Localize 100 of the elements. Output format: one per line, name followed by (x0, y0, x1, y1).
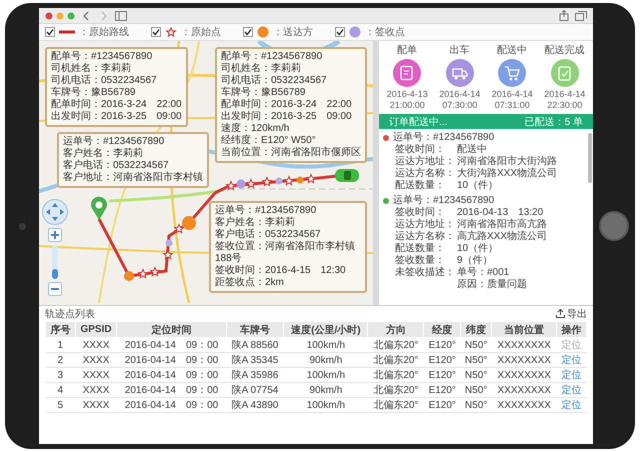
table-cell: 陕A 35345 (226, 352, 284, 368)
clipboard-icon (556, 65, 573, 81)
zoom-in-button[interactable] (48, 228, 62, 242)
checkbox[interactable] (151, 27, 161, 37)
checkbox[interactable] (243, 27, 253, 37)
zoom-slider[interactable] (52, 245, 58, 279)
table-cell: XXXXXXXX (492, 368, 557, 382)
popup-text: 签收时间：2016-4-15 12:30 (215, 265, 347, 276)
step-time: 07:31:00 (494, 100, 530, 111)
table-cell: 4 (46, 382, 76, 398)
table-cell: E120° (424, 382, 461, 398)
checkbox[interactable] (335, 27, 345, 37)
field-label: 未签收描述： (395, 267, 456, 280)
table-cell: XXXX (75, 368, 117, 382)
table-cell: XXXXXXXX (492, 382, 557, 398)
popup-text: 经纬度：E120° W50° (221, 135, 317, 146)
table-cell: N50° (460, 398, 492, 412)
table-cell: E120° (424, 352, 461, 368)
column-header: 序号 (46, 322, 76, 338)
field-value: 单号：#001 (457, 267, 510, 278)
checkbox[interactable] (45, 27, 55, 37)
form-icon (399, 65, 416, 81)
locate-link[interactable]: 定位 (562, 385, 582, 396)
table-cell: 2016-04-14 09：00 (116, 338, 226, 352)
legend-label: ：送达方 (273, 26, 313, 39)
step-label: 配送中 (497, 45, 528, 57)
table-cell: XXXXXXXX (492, 352, 557, 368)
table-cell: 北偏东20° (368, 368, 424, 382)
field-value: 河南省洛阳市大街沟路 (457, 156, 557, 168)
export-icon (556, 309, 565, 318)
step-label: 配送完成 (544, 45, 585, 57)
popup-text: 当前位置：河南省洛阳市偃师区 (221, 147, 361, 159)
popup-text: 运单号：#1234567890 (215, 205, 318, 216)
table-cell: N50° (460, 368, 492, 382)
table-cell: N50° (460, 352, 492, 368)
column-header: 纬度 (460, 322, 492, 338)
column-header: 当前位置 (492, 322, 557, 338)
field-label: 运达方名称： (395, 231, 456, 243)
step-time: 21:00:00 (390, 100, 425, 111)
export-button[interactable]: 导出 (556, 306, 587, 320)
field-label: 签收数量： (395, 255, 446, 266)
scrollbar[interactable] (588, 133, 592, 183)
step-date: 2016-4-14 (439, 89, 480, 100)
locate-link[interactable]: 定位 (562, 400, 582, 411)
step-label: 出车 (450, 45, 470, 57)
table-cell: 2016-04-14 09：00 (116, 398, 226, 412)
popup-text: 客户姓名：李莉莉 (215, 217, 296, 228)
table-title: 轨迹点列表 (45, 308, 95, 320)
table-cell: XXXX (75, 382, 117, 398)
popup-text: 运单号：#1234567890 (63, 136, 166, 148)
locate-link[interactable]: 定位 (562, 355, 582, 366)
pan-control-icon[interactable] (42, 199, 68, 225)
star-icon (165, 26, 177, 38)
table-cell: 100km/h (284, 398, 368, 412)
table-cell: XXXXXXXX (492, 338, 557, 352)
field-value: 配送中 (457, 144, 487, 156)
field-label: 运达方地址： (395, 219, 456, 230)
popup-text: 车牌号：豫B56789 (221, 87, 306, 98)
delivered-count: 已配送：5 单 (524, 116, 583, 128)
table-cell: E120° (424, 338, 461, 352)
table-cell: 2016-04-14 09：00 (116, 368, 226, 382)
share-icon[interactable] (559, 10, 569, 21)
table-cell: E120° (424, 368, 461, 382)
table-cell: XXXX (75, 398, 117, 412)
zoom-out-button[interactable] (48, 282, 62, 296)
order-number: 运单号：#1234567890 (393, 132, 494, 144)
table-cell: N50° (460, 338, 492, 352)
table-cell: 3 (46, 368, 76, 382)
locate-link[interactable]: 定位 (562, 370, 582, 381)
popup-text: 速度：120km/h (221, 123, 290, 134)
table-cell: XXXX (75, 338, 117, 352)
window-controls-icon[interactable] (45, 12, 75, 20)
table-cell: 100km/h (284, 338, 368, 352)
step-label: 配单 (397, 45, 418, 57)
column-header: 速度(公里/小时) (284, 322, 368, 338)
legend-label: ：原始路线 (79, 26, 129, 39)
column-header: GPSID (75, 322, 117, 338)
popup-text: 出发时间：2016-3-25 09:00 (221, 111, 353, 122)
popup-text: 配单号：#1234567890 (51, 51, 154, 62)
table-cell: 北偏东20° (368, 338, 424, 352)
popup-text: 客户电话：0532234567 (215, 229, 322, 240)
sidebar-icon[interactable] (115, 10, 127, 20)
home-button[interactable] (599, 211, 629, 241)
column-header: 操作 (556, 322, 586, 338)
field-value: 大街沟路XXX物流公司 (457, 168, 558, 180)
field-value: 10（件） (457, 243, 498, 255)
field-value: 高亢路XXX物流公司 (457, 231, 548, 243)
column-header: 定位时间 (116, 322, 226, 338)
popup-text: 距签收点：2km (215, 277, 285, 289)
popup-text: 客户电话：0532234567 (63, 160, 170, 172)
field-value: 河南省洛阳市高亢路 (457, 219, 547, 230)
tabs-icon[interactable] (575, 10, 587, 20)
step-date: 2016-4-14 (544, 89, 586, 100)
step-date: 2016-4-14 (492, 89, 533, 100)
car-icon[interactable] (335, 169, 359, 182)
table-cell: 1 (46, 338, 76, 352)
map-pin-icon[interactable] (91, 196, 107, 220)
camera-icon (18, 222, 26, 230)
table-cell: 北偏东20° (368, 352, 424, 368)
cart-icon (504, 65, 520, 81)
